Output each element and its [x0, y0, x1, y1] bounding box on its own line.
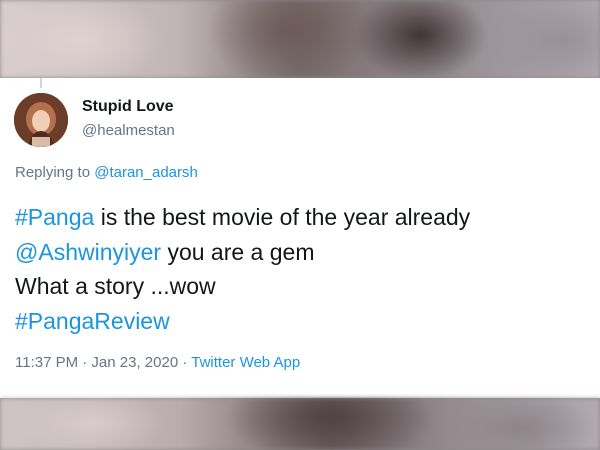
tweet-line-2: @Ashwinyiyer you are a gem: [15, 235, 470, 270]
replying-to: Replying to @taran_adarsh: [15, 164, 198, 181]
avatar[interactable]: [14, 93, 68, 147]
tweet-line-3-text: What a story ...wow: [15, 273, 216, 299]
display-name[interactable]: Stupid Love: [82, 98, 174, 116]
tweet-line-4: #PangaReview: [15, 304, 470, 339]
tweet-meta: 11:37 PM · Jan 23, 2020 · Twitter Web Ap…: [15, 354, 300, 371]
hashtag-pangareview[interactable]: #PangaReview: [15, 308, 170, 334]
tweet-line-2-text: you are a gem: [161, 238, 315, 265]
tweet-timestamp[interactable]: 11:37 PM · Jan 23, 2020 ·: [15, 354, 191, 371]
mention-ashwinyiyer[interactable]: @Ashwinyiyer: [15, 239, 161, 265]
tweet-source-app[interactable]: Twitter Web App: [191, 354, 300, 371]
tweet-text: #Panga is the best movie of the year alr…: [15, 200, 470, 338]
tweet-line-1: #Panga is the best movie of the year alr…: [15, 200, 470, 235]
thread-connector-line: [40, 78, 42, 88]
hashtag-panga[interactable]: #Panga: [15, 204, 94, 230]
blurred-background-top: [0, 0, 600, 78]
tweet-line-1-text: is the best movie of the year already: [94, 204, 471, 230]
replying-to-link[interactable]: @taran_adarsh: [94, 164, 198, 181]
user-handle[interactable]: @healmestan: [82, 122, 175, 139]
tweet-line-3: What a story ...wow: [15, 269, 470, 304]
avatar-image: [14, 93, 68, 147]
replying-prefix: Replying to: [15, 164, 91, 181]
blurred-background-bottom: [0, 398, 600, 450]
